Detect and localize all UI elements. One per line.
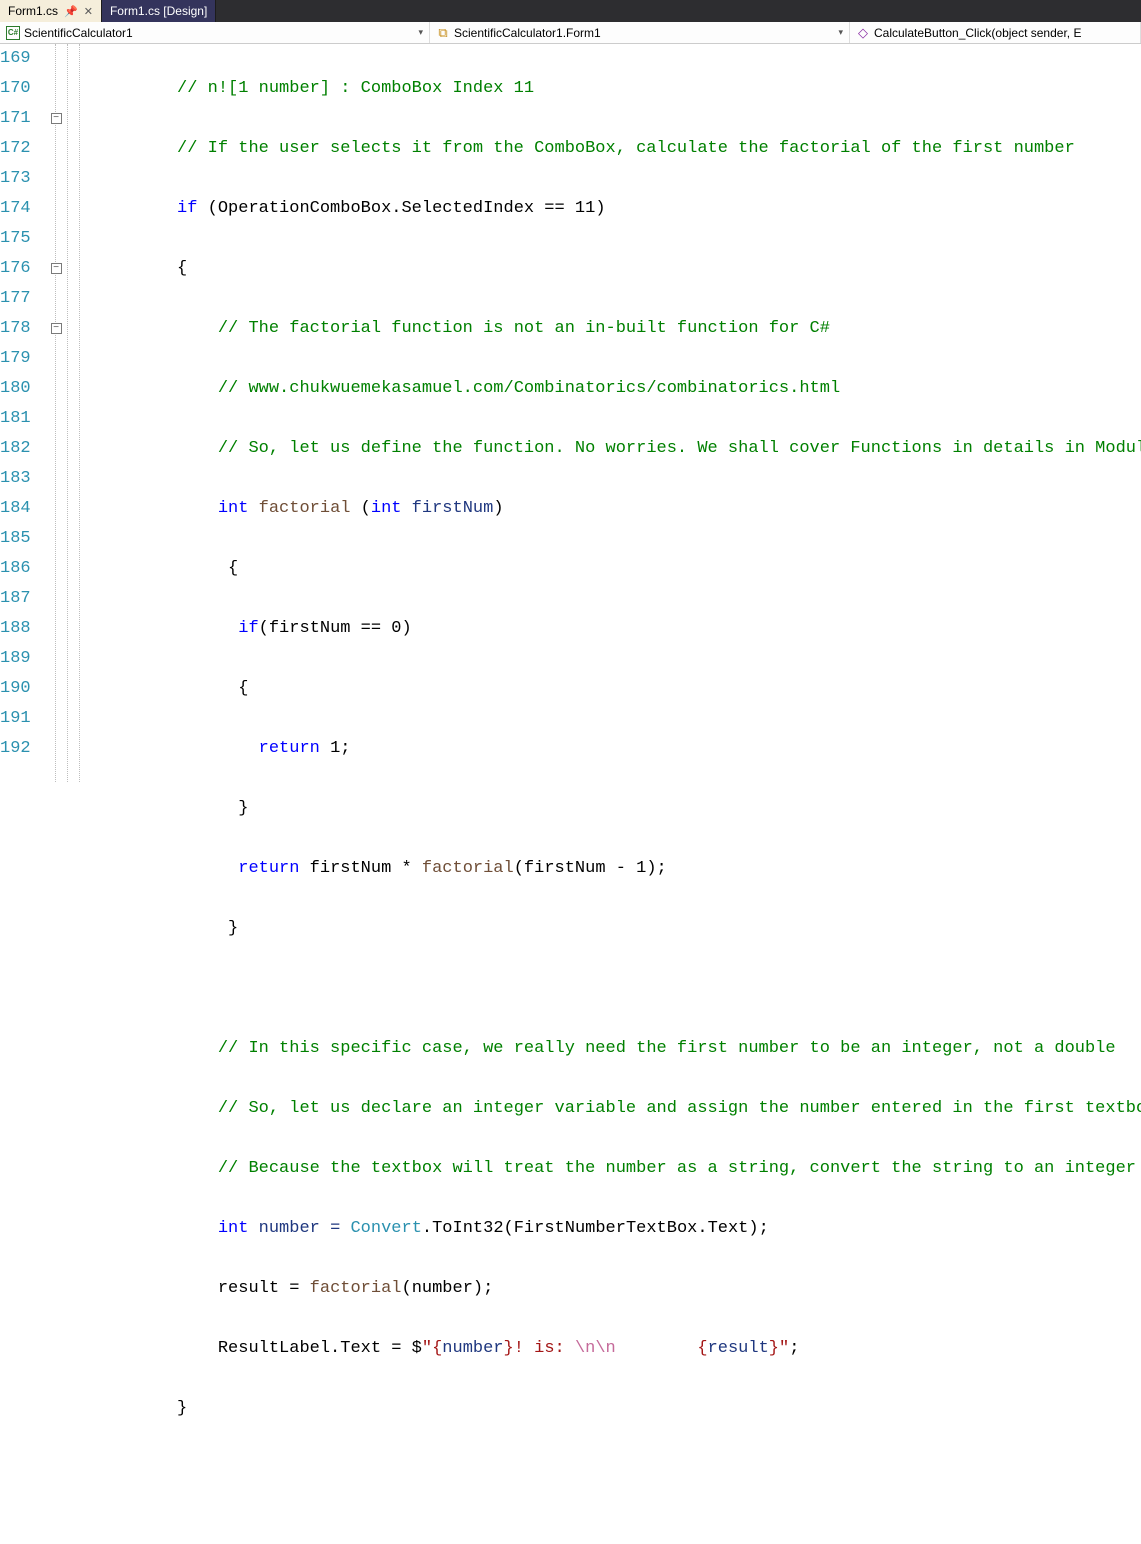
line-number: 190 [0,674,31,704]
tab-form1-cs[interactable]: Form1.cs 📌 ✕ [0,0,102,22]
project-name: ScientificCalculator1 [24,26,133,40]
line-number: 184 [0,494,31,524]
tab-label: Form1.cs [Design] [110,4,207,18]
class-icon: ⧉ [436,26,450,40]
method-dropdown[interactable]: ◇ CalculateButton_Click(object sender, E [850,22,1141,43]
class-dropdown[interactable]: ⧉ ScientificCalculator1.Form1 ▾ [430,22,850,43]
code-editor[interactable]: 1691701711721731741751761771781791801811… [0,44,1141,782]
pin-icon[interactable]: 📌 [64,5,78,18]
line-number: 172 [0,134,31,164]
line-number: 178 [0,314,31,344]
project-dropdown[interactable]: C# ScientificCalculator1 ▾ [0,22,430,43]
chevron-down-icon: ▾ [412,27,423,38]
line-number: 192 [0,734,31,764]
csharp-icon: C# [6,26,20,40]
line-number: 176 [0,254,31,284]
line-number: 187 [0,584,31,614]
fold-toggle[interactable]: − [51,323,62,334]
line-number-gutter: 1691701711721731741751761771781791801811… [0,44,51,782]
line-number: 189 [0,644,31,674]
line-number: 171 [0,104,31,134]
fold-toggle[interactable]: − [51,263,62,274]
close-icon[interactable]: ✕ [84,5,93,18]
line-number: 174 [0,194,31,224]
chevron-down-icon: ▾ [832,27,843,38]
line-number: 179 [0,344,31,374]
tab-form1-design[interactable]: Form1.cs [Design] [102,0,216,22]
line-number: 175 [0,224,31,254]
code-navigation-bar: C# ScientificCalculator1 ▾ ⧉ ScientificC… [0,22,1141,44]
line-number: 182 [0,434,31,464]
line-number: 173 [0,164,31,194]
method-name: CalculateButton_Click(object sender, E [874,26,1081,40]
fold-toggle[interactable]: − [51,113,62,124]
document-tabs: Form1.cs 📌 ✕ Form1.cs [Design] [0,0,1141,22]
method-icon: ◇ [856,26,870,40]
line-number: 191 [0,704,31,734]
line-number: 188 [0,614,31,644]
line-number: 177 [0,284,31,314]
code-area[interactable]: // n![1 number] : ComboBox Index 11 // I… [51,44,1141,782]
line-number: 186 [0,554,31,584]
tab-label: Form1.cs [8,4,58,18]
line-number: 183 [0,464,31,494]
line-number: 169 [0,44,31,74]
line-number: 185 [0,524,31,554]
class-name: ScientificCalculator1.Form1 [454,26,601,40]
line-number: 170 [0,74,31,104]
line-number: 180 [0,374,31,404]
line-number: 181 [0,404,31,434]
